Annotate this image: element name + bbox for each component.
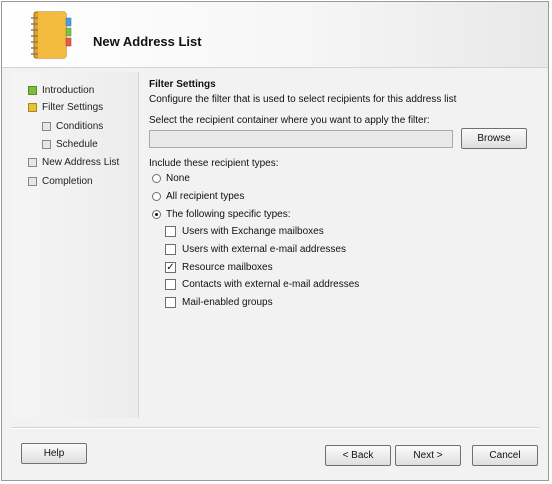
address-book-icon (31, 11, 72, 59)
container-label: Select the recipient container where you… (149, 115, 430, 126)
checkbox[interactable] (165, 244, 176, 255)
step-pending-icon (42, 140, 51, 149)
back-button[interactable]: < Back (325, 445, 391, 466)
radio-button-selected[interactable] (152, 210, 161, 219)
wizard-steps-panel: Introduction Filter Settings Conditions … (12, 72, 139, 418)
step-pending-icon (28, 158, 37, 167)
cancel-button[interactable]: Cancel (472, 445, 538, 466)
checkbox-checked[interactable]: ✓ (165, 262, 176, 273)
checkbox[interactable] (165, 279, 176, 290)
step-pending-icon (42, 122, 51, 131)
step-current-icon (28, 103, 37, 112)
checkbox[interactable] (165, 226, 176, 237)
help-button[interactable]: Help (21, 443, 87, 464)
radio-button[interactable] (152, 192, 161, 201)
section-title: Filter Settings (149, 79, 216, 90)
section-description: Configure the filter that is used to sel… (149, 94, 457, 105)
step-complete-icon (28, 86, 37, 95)
page-title: New Address List (93, 34, 202, 49)
checkbox[interactable] (165, 297, 176, 308)
recipient-container-input[interactable] (149, 130, 453, 148)
radio-button[interactable] (152, 174, 161, 183)
footer-divider (12, 427, 539, 429)
wizard-window: New Address List Introduction Filter Set… (1, 1, 549, 481)
filter-settings-panel: Filter Settings Configure the filter tha… (149, 79, 539, 409)
wizard-header: New Address List (2, 2, 548, 68)
recipient-types-label: Include these recipient types: (149, 158, 279, 169)
next-button[interactable]: Next > (395, 445, 461, 466)
step-pending-icon (28, 177, 37, 186)
browse-button[interactable]: Browse (461, 128, 527, 149)
